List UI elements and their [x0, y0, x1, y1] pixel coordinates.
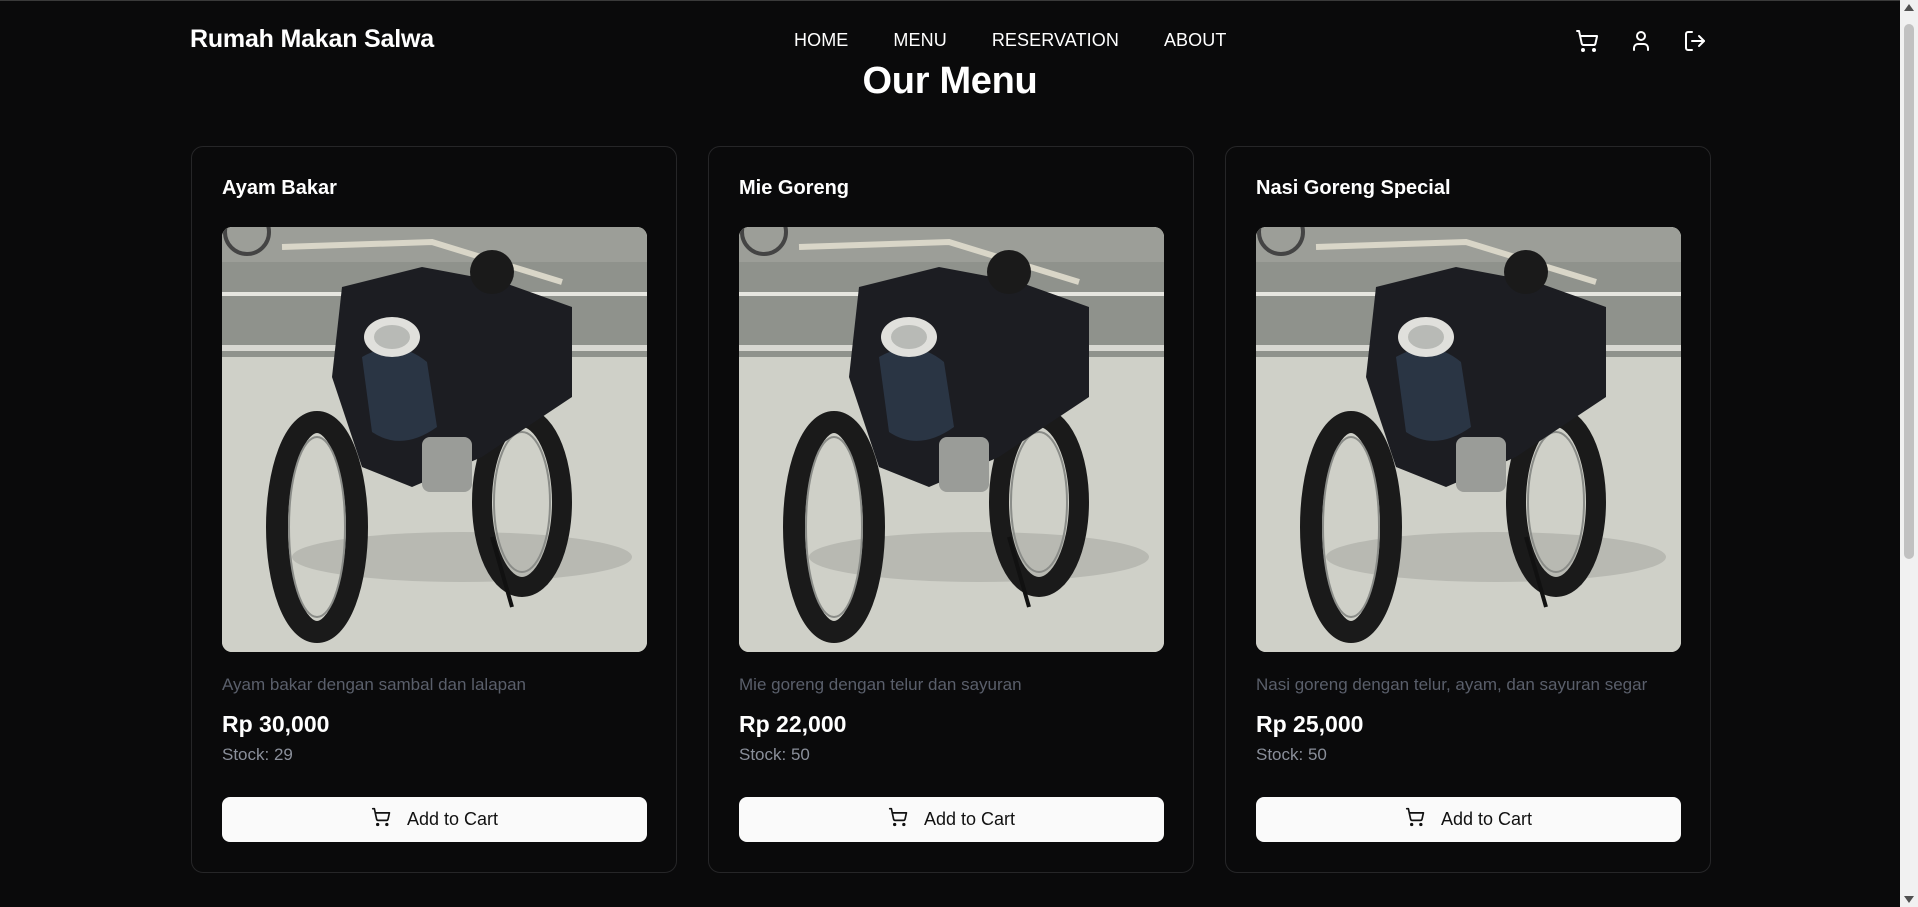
- menu-item-image: [1256, 227, 1681, 652]
- scrollbar-thumb[interactable]: [1904, 24, 1914, 559]
- motorcycle-photo: [1256, 227, 1681, 652]
- menu-item-name: Nasi Goreng Special: [1256, 177, 1451, 199]
- header-actions: [1574, 28, 1708, 54]
- motorcycle-photo: [739, 227, 1164, 652]
- menu-item-stock: Stock: 29: [222, 745, 293, 764]
- add-to-cart-button[interactable]: Add to Cart: [739, 797, 1164, 842]
- menu-item-description: Ayam bakar dengan sambal dan lalapan: [222, 675, 527, 694]
- scroll-down-arrow-icon[interactable]: [1904, 896, 1914, 903]
- menu-item-image: [739, 227, 1164, 652]
- menu-card: Ayam Bakar Ayam bakar dengan sambal dan …: [191, 146, 677, 873]
- menu-item-description: Mie goreng dengan telur dan sayuran: [739, 675, 1022, 694]
- logout-icon[interactable]: [1682, 28, 1708, 54]
- nav-home[interactable]: HOME: [794, 30, 848, 51]
- user-icon[interactable]: [1628, 28, 1654, 54]
- vertical-scrollbar[interactable]: [1900, 0, 1918, 907]
- cart-icon[interactable]: [1574, 28, 1600, 54]
- scroll-up-arrow-icon[interactable]: [1904, 4, 1914, 11]
- main-nav: HOME MENU RESERVATION ABOUT: [794, 30, 1226, 51]
- menu-item-price: Rp 25,000: [1256, 711, 1364, 737]
- add-to-cart-button[interactable]: Add to Cart: [1256, 797, 1681, 842]
- menu-item-stock: Stock: 50: [1256, 745, 1327, 764]
- menu-item-description: Nasi goreng dengan telur, ayam, dan sayu…: [1256, 675, 1648, 694]
- add-to-cart-button[interactable]: Add to Cart: [222, 797, 647, 842]
- menu-card: Mie Goreng Mie goreng dengan telur dan s…: [708, 146, 1194, 873]
- cart-icon: [1405, 807, 1425, 832]
- menu-grid: Ayam Bakar Ayam bakar dengan sambal dan …: [191, 146, 1711, 873]
- nav-reservation[interactable]: RESERVATION: [992, 30, 1119, 51]
- brand-logo[interactable]: Rumah Makan Salwa: [190, 25, 434, 54]
- menu-item-price: Rp 22,000: [739, 711, 847, 737]
- menu-item-image: [222, 227, 647, 652]
- motorcycle-photo: [222, 227, 647, 652]
- menu-card: Nasi Goreng Special Nasi goreng dengan t…: [1225, 146, 1711, 873]
- cart-icon: [888, 807, 908, 832]
- add-to-cart-label: Add to Cart: [1440, 809, 1533, 829]
- nav-menu[interactable]: MENU: [893, 30, 946, 51]
- nav-about[interactable]: ABOUT: [1164, 30, 1227, 51]
- cart-icon: [371, 807, 391, 832]
- menu-item-name: Ayam Bakar: [222, 177, 337, 199]
- menu-item-stock: Stock: 50: [739, 745, 810, 764]
- add-to-cart-label: Add to Cart: [406, 809, 499, 829]
- page-title: Our Menu: [862, 60, 1038, 102]
- add-to-cart-label: Add to Cart: [923, 809, 1016, 829]
- menu-item-name: Mie Goreng: [739, 177, 850, 199]
- menu-item-price: Rp 30,000: [222, 711, 330, 737]
